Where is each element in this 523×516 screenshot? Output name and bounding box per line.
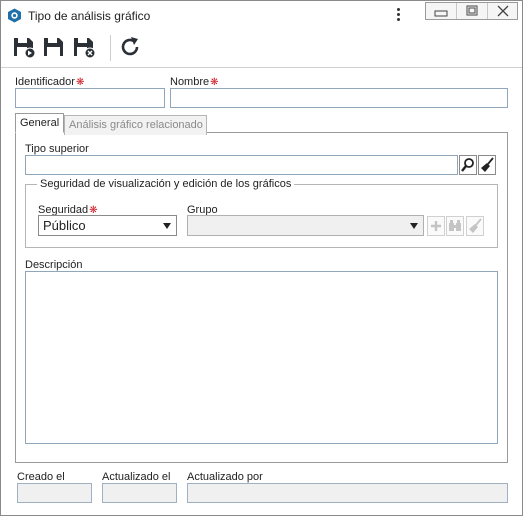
security-fieldset-legend: Seguridad de visualización y edición de … [37, 178, 295, 190]
identificador-input[interactable] [15, 88, 165, 108]
seguridad-select-value: Público [43, 218, 86, 233]
actualizado-label: Actualizado el [102, 471, 171, 483]
tipo-superior-input[interactable] [25, 155, 458, 175]
tab-analisis-grafico-relacionado[interactable]: Análisis gráfico relacionado [64, 115, 207, 135]
search-button[interactable] [459, 155, 477, 175]
grupo-select[interactable] [187, 215, 424, 236]
minimize-button[interactable] [426, 3, 457, 19]
toolbar-separator [110, 35, 111, 61]
plus-icon [431, 221, 441, 231]
clear-group-button[interactable] [466, 216, 484, 236]
title-bar: Tipo de análisis gráfico [1, 1, 522, 29]
app-icon [8, 8, 21, 23]
nombre-label: Nombre❋ [170, 76, 219, 88]
close-icon [497, 5, 509, 17]
dialog-window: Tipo de análisis gráfico Identificador❋ … [0, 0, 523, 516]
search-icon [461, 158, 474, 172]
nombre-input[interactable] [170, 88, 508, 108]
view-group-button[interactable] [446, 216, 464, 236]
window-title: Tipo de análisis gráfico [28, 9, 151, 23]
actualizado-por-label: Actualizado por [187, 471, 263, 483]
creado-label: Creado el [17, 471, 65, 483]
add-group-button[interactable] [427, 216, 445, 236]
more-options-icon[interactable] [393, 6, 403, 24]
save-icon[interactable] [42, 35, 66, 59]
required-icon: ❋ [210, 77, 219, 88]
creado-field [17, 483, 92, 503]
binoculars-icon [449, 220, 461, 231]
close-button[interactable] [488, 3, 518, 19]
save-new-icon[interactable] [12, 35, 36, 59]
descripcion-textarea[interactable] [25, 271, 498, 444]
window-controls [425, 2, 518, 20]
descripcion-label: Descripción [25, 259, 83, 271]
seguridad-select[interactable]: Público [38, 215, 177, 236]
required-icon: ❋ [75, 77, 85, 88]
broom-icon [469, 218, 482, 233]
nombre-label-text: Nombre [170, 76, 210, 88]
save-close-icon[interactable] [72, 35, 96, 59]
actualizado-field [102, 483, 177, 503]
chevron-down-icon [410, 223, 418, 229]
identificador-label: Identificador❋ [15, 76, 84, 88]
clear-button[interactable] [478, 155, 496, 175]
toolbar [1, 29, 522, 68]
actualizado-por-field [187, 483, 508, 503]
tipo-superior-label: Tipo superior [25, 143, 89, 155]
refresh-icon[interactable] [118, 35, 142, 59]
maximize-button[interactable] [457, 3, 488, 19]
maximize-icon [466, 5, 478, 16]
broom-icon [481, 157, 494, 172]
chevron-down-icon [163, 223, 171, 229]
tab-general[interactable]: General [15, 113, 64, 133]
minimize-icon [434, 10, 448, 17]
identificador-label-text: Identificador [15, 76, 75, 88]
